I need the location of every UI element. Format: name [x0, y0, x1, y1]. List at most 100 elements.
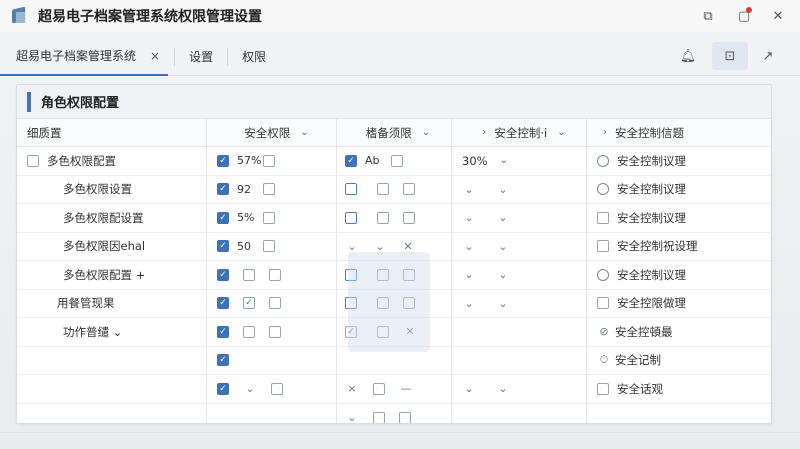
- checkbox[interactable]: [263, 154, 275, 167]
- security-cell: ✓ ✓: [207, 289, 337, 317]
- x-icon[interactable]: ×: [345, 382, 359, 395]
- checkbox[interactable]: [403, 211, 415, 224]
- control-cell: [452, 318, 587, 346]
- chevron-down-icon[interactable]: ⌄: [462, 183, 476, 196]
- checkbox[interactable]: [391, 154, 403, 167]
- checkbox[interactable]: [597, 211, 609, 224]
- checkbox[interactable]: [243, 325, 255, 338]
- checkbox-checked[interactable]: ✓: [217, 382, 229, 395]
- restore-icon[interactable]: ⧉: [698, 6, 718, 26]
- dash-icon[interactable]: —: [399, 382, 413, 395]
- checkbox-checked[interactable]: ✓: [217, 354, 229, 367]
- checkbox-checked[interactable]: ✓: [217, 297, 229, 310]
- col-header-backup[interactable]: 榰备须限 ⌄: [337, 119, 452, 146]
- close-icon[interactable]: ✕: [768, 6, 788, 26]
- chevron-down-icon[interactable]: ⌄: [243, 382, 257, 395]
- security-cell: ✓: [207, 318, 337, 346]
- security-cell: ✓ 5%: [207, 204, 337, 232]
- checkbox[interactable]: [269, 297, 281, 310]
- chevron-down-icon: ⌄: [300, 127, 309, 138]
- chevron-down-icon[interactable]: ⌄: [373, 240, 387, 253]
- tab-divider: [174, 47, 176, 66]
- share-icon[interactable]: ↗: [750, 42, 786, 70]
- checkbox[interactable]: [263, 240, 275, 253]
- control-info-cell: 安全控限做理: [587, 290, 771, 318]
- col-header-control-info[interactable]: › 安全控制信题: [587, 119, 771, 146]
- col-header-security[interactable]: 安全权限 ⌄: [207, 119, 337, 146]
- chevron-down-icon[interactable]: ⌄: [496, 211, 510, 224]
- control-cell: ⌄ ⌄: [452, 175, 587, 203]
- backup-cell: × —: [337, 375, 452, 403]
- chevron-down-icon[interactable]: ⌄: [496, 268, 510, 281]
- security-cell: ✓: [207, 261, 337, 289]
- chevron-right-icon: ›: [603, 127, 607, 138]
- tab-settings[interactable]: 设置: [181, 38, 221, 76]
- tab-main[interactable]: 超易电子档案管理系统 ×: [0, 38, 169, 76]
- checkbox[interactable]: [263, 211, 275, 224]
- control-cell: ⌄ ⌄: [452, 289, 587, 317]
- checkbox[interactable]: [269, 325, 281, 338]
- checkbox[interactable]: [373, 411, 385, 423]
- control-info-cell: 安全控制议理: [587, 261, 771, 289]
- row-name-cell: [17, 346, 207, 374]
- control-info-cell: 安全话观: [587, 375, 771, 403]
- checkbox[interactable]: [399, 411, 411, 423]
- col-header-control[interactable]: › 安全控制·i ⌄: [452, 119, 587, 146]
- tab-permissions[interactable]: 权限: [234, 38, 274, 76]
- checkbox[interactable]: [345, 183, 357, 196]
- checkbox-checked[interactable]: ✓: [217, 183, 229, 196]
- checkbox[interactable]: [243, 268, 255, 281]
- chevron-down-icon[interactable]: ⌄: [462, 240, 476, 253]
- checkbox-checked[interactable]: ✓: [217, 268, 229, 281]
- checkbox[interactable]: [403, 183, 415, 196]
- edit-icon[interactable]: ⊘: [597, 325, 611, 338]
- checkbox[interactable]: [377, 211, 389, 224]
- chevron-down-icon[interactable]: ⌄: [462, 268, 476, 281]
- checkbox[interactable]: [377, 183, 389, 196]
- radio[interactable]: [597, 183, 609, 196]
- checkbox[interactable]: [345, 211, 357, 224]
- radio[interactable]: [597, 268, 609, 281]
- radio[interactable]: [597, 154, 609, 167]
- row-checkbox[interactable]: [27, 154, 39, 167]
- table-row: 多色权限配设置 ✓ 5% ⌄ ⌄ 安全控制议理: [17, 204, 771, 233]
- checkbox[interactable]: [597, 382, 609, 395]
- chevron-down-icon[interactable]: ⌄: [462, 211, 476, 224]
- checkbox[interactable]: [597, 240, 609, 253]
- tab-main-label: 超易电子档案管理系统: [16, 49, 137, 63]
- checkbox[interactable]: [271, 382, 283, 395]
- chevron-down-icon[interactable]: ⌄: [462, 382, 476, 395]
- footer-divider: [0, 432, 800, 433]
- backup-cell: [337, 175, 452, 203]
- backup-cell: ✓ Ab: [337, 147, 452, 175]
- export-icon[interactable]: ⊡: [712, 42, 748, 70]
- security-cell: ✓ 50: [207, 232, 337, 260]
- checkbox-checked[interactable]: ✓: [217, 240, 229, 253]
- app-logo-icon: [10, 6, 28, 25]
- x-icon[interactable]: ✕: [401, 240, 415, 253]
- checkbox-checked[interactable]: ✓: [217, 325, 229, 338]
- checkbox-checked[interactable]: ✓: [217, 211, 229, 224]
- chevron-down-icon[interactable]: ⌄: [462, 297, 476, 310]
- chevron-down-icon[interactable]: ⌄: [496, 240, 510, 253]
- chevron-down-icon[interactable]: ⌄: [496, 183, 510, 196]
- tab-close-icon[interactable]: ×: [150, 49, 160, 63]
- backup-cell: [337, 204, 452, 232]
- chevron-down-icon[interactable]: ⌄: [345, 240, 359, 253]
- chevron-down-icon[interactable]: ⌄: [496, 382, 510, 395]
- checkbox[interactable]: [597, 297, 609, 310]
- checkbox-checked[interactable]: ✓: [345, 154, 357, 167]
- checkbox[interactable]: [269, 268, 281, 281]
- table-row: 多色权限设置 ✓ 92 ⌄ ⌄ 安全控制议理: [17, 175, 771, 204]
- bell-icon[interactable]: 🔔︎: [670, 42, 706, 70]
- chevron-down-icon[interactable]: ⌄: [345, 411, 359, 423]
- notification-icon[interactable]: ▢: [734, 6, 754, 26]
- checkbox-checked[interactable]: ✓: [217, 154, 229, 167]
- panel-accent-bar: [27, 91, 31, 112]
- checkbox-ticked[interactable]: ✓: [243, 297, 255, 310]
- timer-icon[interactable]: ⏱: [597, 353, 611, 367]
- checkbox[interactable]: [373, 382, 385, 395]
- chevron-down-icon[interactable]: ⌄: [500, 155, 508, 166]
- chevron-down-icon[interactable]: ⌄: [496, 297, 510, 310]
- checkbox[interactable]: [263, 183, 275, 196]
